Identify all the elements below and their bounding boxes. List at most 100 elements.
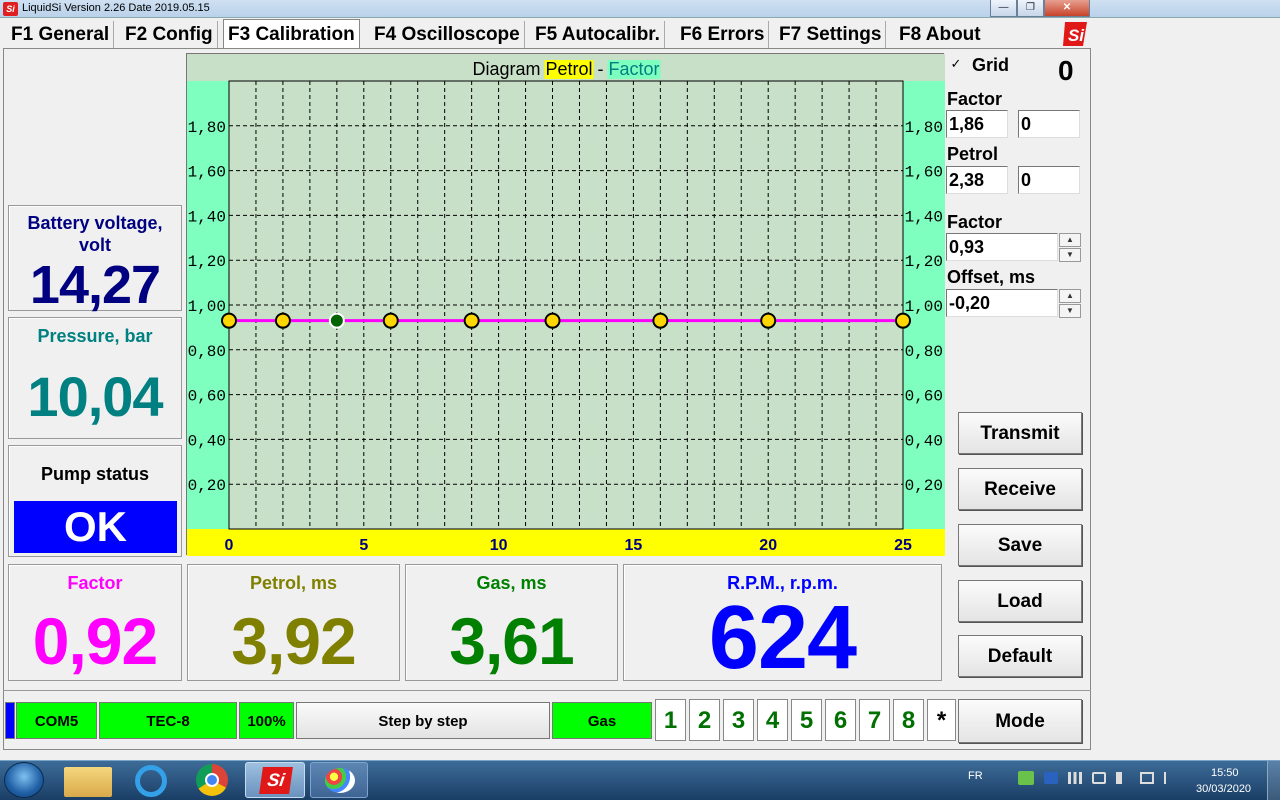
calibration-point xyxy=(653,314,667,328)
x-tick: 25 xyxy=(894,537,912,554)
factor-field-a[interactable]: 1,86 xyxy=(946,110,1008,138)
liquidsi-icon: Si xyxy=(259,767,293,794)
tab-config[interactable]: F2 Config xyxy=(121,21,218,49)
cylinder-2[interactable]: 2 xyxy=(689,699,720,741)
bluetooth-icon[interactable] xyxy=(1044,772,1058,784)
cylinder-8[interactable]: 8 xyxy=(893,699,924,741)
chart-svg[interactable]: Diagram Petrol - Factor 1,801,801,601,60… xyxy=(187,54,945,556)
offset-spin-field[interactable]: -0,20 xyxy=(946,289,1058,317)
pump-panel: Pump status OK xyxy=(8,445,182,557)
status-divider xyxy=(3,690,1091,691)
pump-status-badge: OK xyxy=(14,501,177,553)
status-indicator xyxy=(5,702,15,739)
load-button[interactable]: Load xyxy=(958,580,1082,622)
gas-panel: Gas, ms 3,61 xyxy=(405,564,618,681)
battery-value: 14,27 xyxy=(9,254,181,316)
window-title: LiquidSi Version 2.26 Date 2019.05.15 xyxy=(22,2,210,14)
y-tick-right: 1,40 xyxy=(905,208,943,226)
factor-panel-label: Factor xyxy=(9,573,181,594)
x-tick: 20 xyxy=(759,537,777,554)
tab-oscilloscope[interactable]: F4 Oscilloscope xyxy=(370,21,525,49)
x-axis-band xyxy=(187,529,945,556)
y-tick-right: 1,00 xyxy=(905,298,943,316)
offset-spin-up-icon[interactable]: ▲ xyxy=(1059,289,1081,303)
logo-text: Si xyxy=(1068,26,1085,45)
tab-general[interactable]: F1 General xyxy=(7,21,114,49)
calibration-point xyxy=(546,314,560,328)
paint-taskbar-button[interactable] xyxy=(310,762,368,798)
petrol-panel-value: 3,92 xyxy=(188,603,399,679)
signal-icon[interactable] xyxy=(1068,772,1082,784)
close-icon[interactable]: ✕ xyxy=(1044,0,1090,17)
battery-tray-icon[interactable] xyxy=(1140,772,1154,784)
gas-panel-value: 3,61 xyxy=(406,603,617,679)
tab-errors[interactable]: F6 Errors xyxy=(676,21,769,49)
volume-icon[interactable] xyxy=(1116,772,1128,784)
app-icon: Si xyxy=(3,2,18,16)
pressure-label: Pressure, bar xyxy=(9,326,181,347)
tab-about[interactable]: F8 About xyxy=(895,21,985,49)
factor-field-b[interactable]: 0 xyxy=(1018,110,1080,138)
chart-title-factor: Factor xyxy=(609,59,660,79)
offset-spin-down-icon[interactable]: ▼ xyxy=(1059,304,1081,318)
petrol-field-b[interactable]: 0 xyxy=(1018,166,1080,194)
factor-spin-field[interactable]: 0,93 xyxy=(946,233,1058,261)
y-tick-left: 0,20 xyxy=(188,477,226,495)
factor-spin-up-icon[interactable]: ▲ xyxy=(1059,233,1081,247)
tray-app-icon[interactable] xyxy=(1018,771,1034,785)
battery-label: Battery voltage, volt xyxy=(9,212,181,256)
chart-title-sep: - xyxy=(593,59,609,79)
cylinder-1[interactable]: 1 xyxy=(655,699,686,741)
cylinder-4[interactable]: 4 xyxy=(757,699,788,741)
tab-settings[interactable]: F7 Settings xyxy=(775,21,886,49)
liquidsi-taskbar-button[interactable]: Si xyxy=(245,762,305,798)
cylinder-all[interactable]: * xyxy=(927,699,956,741)
default-button[interactable]: Default xyxy=(958,635,1082,677)
calibration-point xyxy=(465,314,479,328)
transmit-button[interactable]: Transmit xyxy=(958,412,1082,454)
grid-checkbox[interactable]: ✓ xyxy=(949,57,963,71)
cylinder-7[interactable]: 7 xyxy=(859,699,890,741)
clock-date[interactable]: 30/03/2020 xyxy=(1196,783,1251,795)
x-tick: 10 xyxy=(490,537,508,554)
cylinder-5[interactable]: 5 xyxy=(791,699,822,741)
show-desktop-button[interactable] xyxy=(1267,761,1280,800)
factor-spin-down-icon[interactable]: ▼ xyxy=(1059,248,1081,262)
start-orb-icon[interactable] xyxy=(4,762,44,798)
save-button[interactable]: Save xyxy=(958,524,1082,566)
language-indicator[interactable]: FR xyxy=(968,770,983,782)
mode-button[interactable]: Mode xyxy=(958,699,1082,743)
petrol-field-a[interactable]: 2,38 xyxy=(946,166,1008,194)
factor2-label: Factor xyxy=(947,212,1002,233)
y-tick-left: 0,40 xyxy=(188,432,226,450)
pressure-panel: Pressure, bar 10,04 xyxy=(8,317,182,439)
cylinder-6[interactable]: 6 xyxy=(825,699,856,741)
si-logo: Si xyxy=(1061,20,1091,48)
chart-title: Diagram Petrol - Factor xyxy=(472,59,659,79)
network-icon[interactable] xyxy=(1092,772,1106,784)
petrol-panel-label: Petrol, ms xyxy=(188,573,399,594)
clock-time[interactable]: 15:50 xyxy=(1211,767,1239,779)
petrol-label: Petrol xyxy=(947,144,998,165)
y-tick-right: 0,40 xyxy=(905,432,943,450)
tab-calibration[interactable]: F3 Calibration xyxy=(223,19,360,50)
flag-icon[interactable] xyxy=(1164,772,1176,784)
offset-label: Offset, ms xyxy=(947,267,1035,288)
paint-icon xyxy=(325,768,355,793)
restore-icon[interactable]: ❐ xyxy=(1017,0,1044,17)
y-tick-left: 1,20 xyxy=(188,253,226,271)
calibration-chart[interactable]: Diagram Petrol - Factor 1,801,801,601,60… xyxy=(186,53,944,555)
internet-explorer-icon[interactable] xyxy=(135,765,167,797)
factor-panel: Factor 0,92 xyxy=(8,564,182,681)
device-status: TEC-8 xyxy=(99,702,237,739)
cylinder-3[interactable]: 3 xyxy=(723,699,754,741)
tab-autocalibr[interactable]: F5 Autocalibr. xyxy=(531,21,665,49)
gas-panel-label: Gas, ms xyxy=(406,573,617,594)
minimize-icon[interactable]: — xyxy=(990,0,1017,17)
receive-button[interactable]: Receive xyxy=(958,468,1082,510)
chrome-icon[interactable] xyxy=(196,764,228,796)
rpm-panel: R.P.M., r.p.m. 624 xyxy=(623,564,942,681)
y-tick-left: 0,60 xyxy=(188,388,226,406)
step-mode-button[interactable]: Step by step xyxy=(296,702,550,739)
file-explorer-icon[interactable] xyxy=(64,767,112,797)
